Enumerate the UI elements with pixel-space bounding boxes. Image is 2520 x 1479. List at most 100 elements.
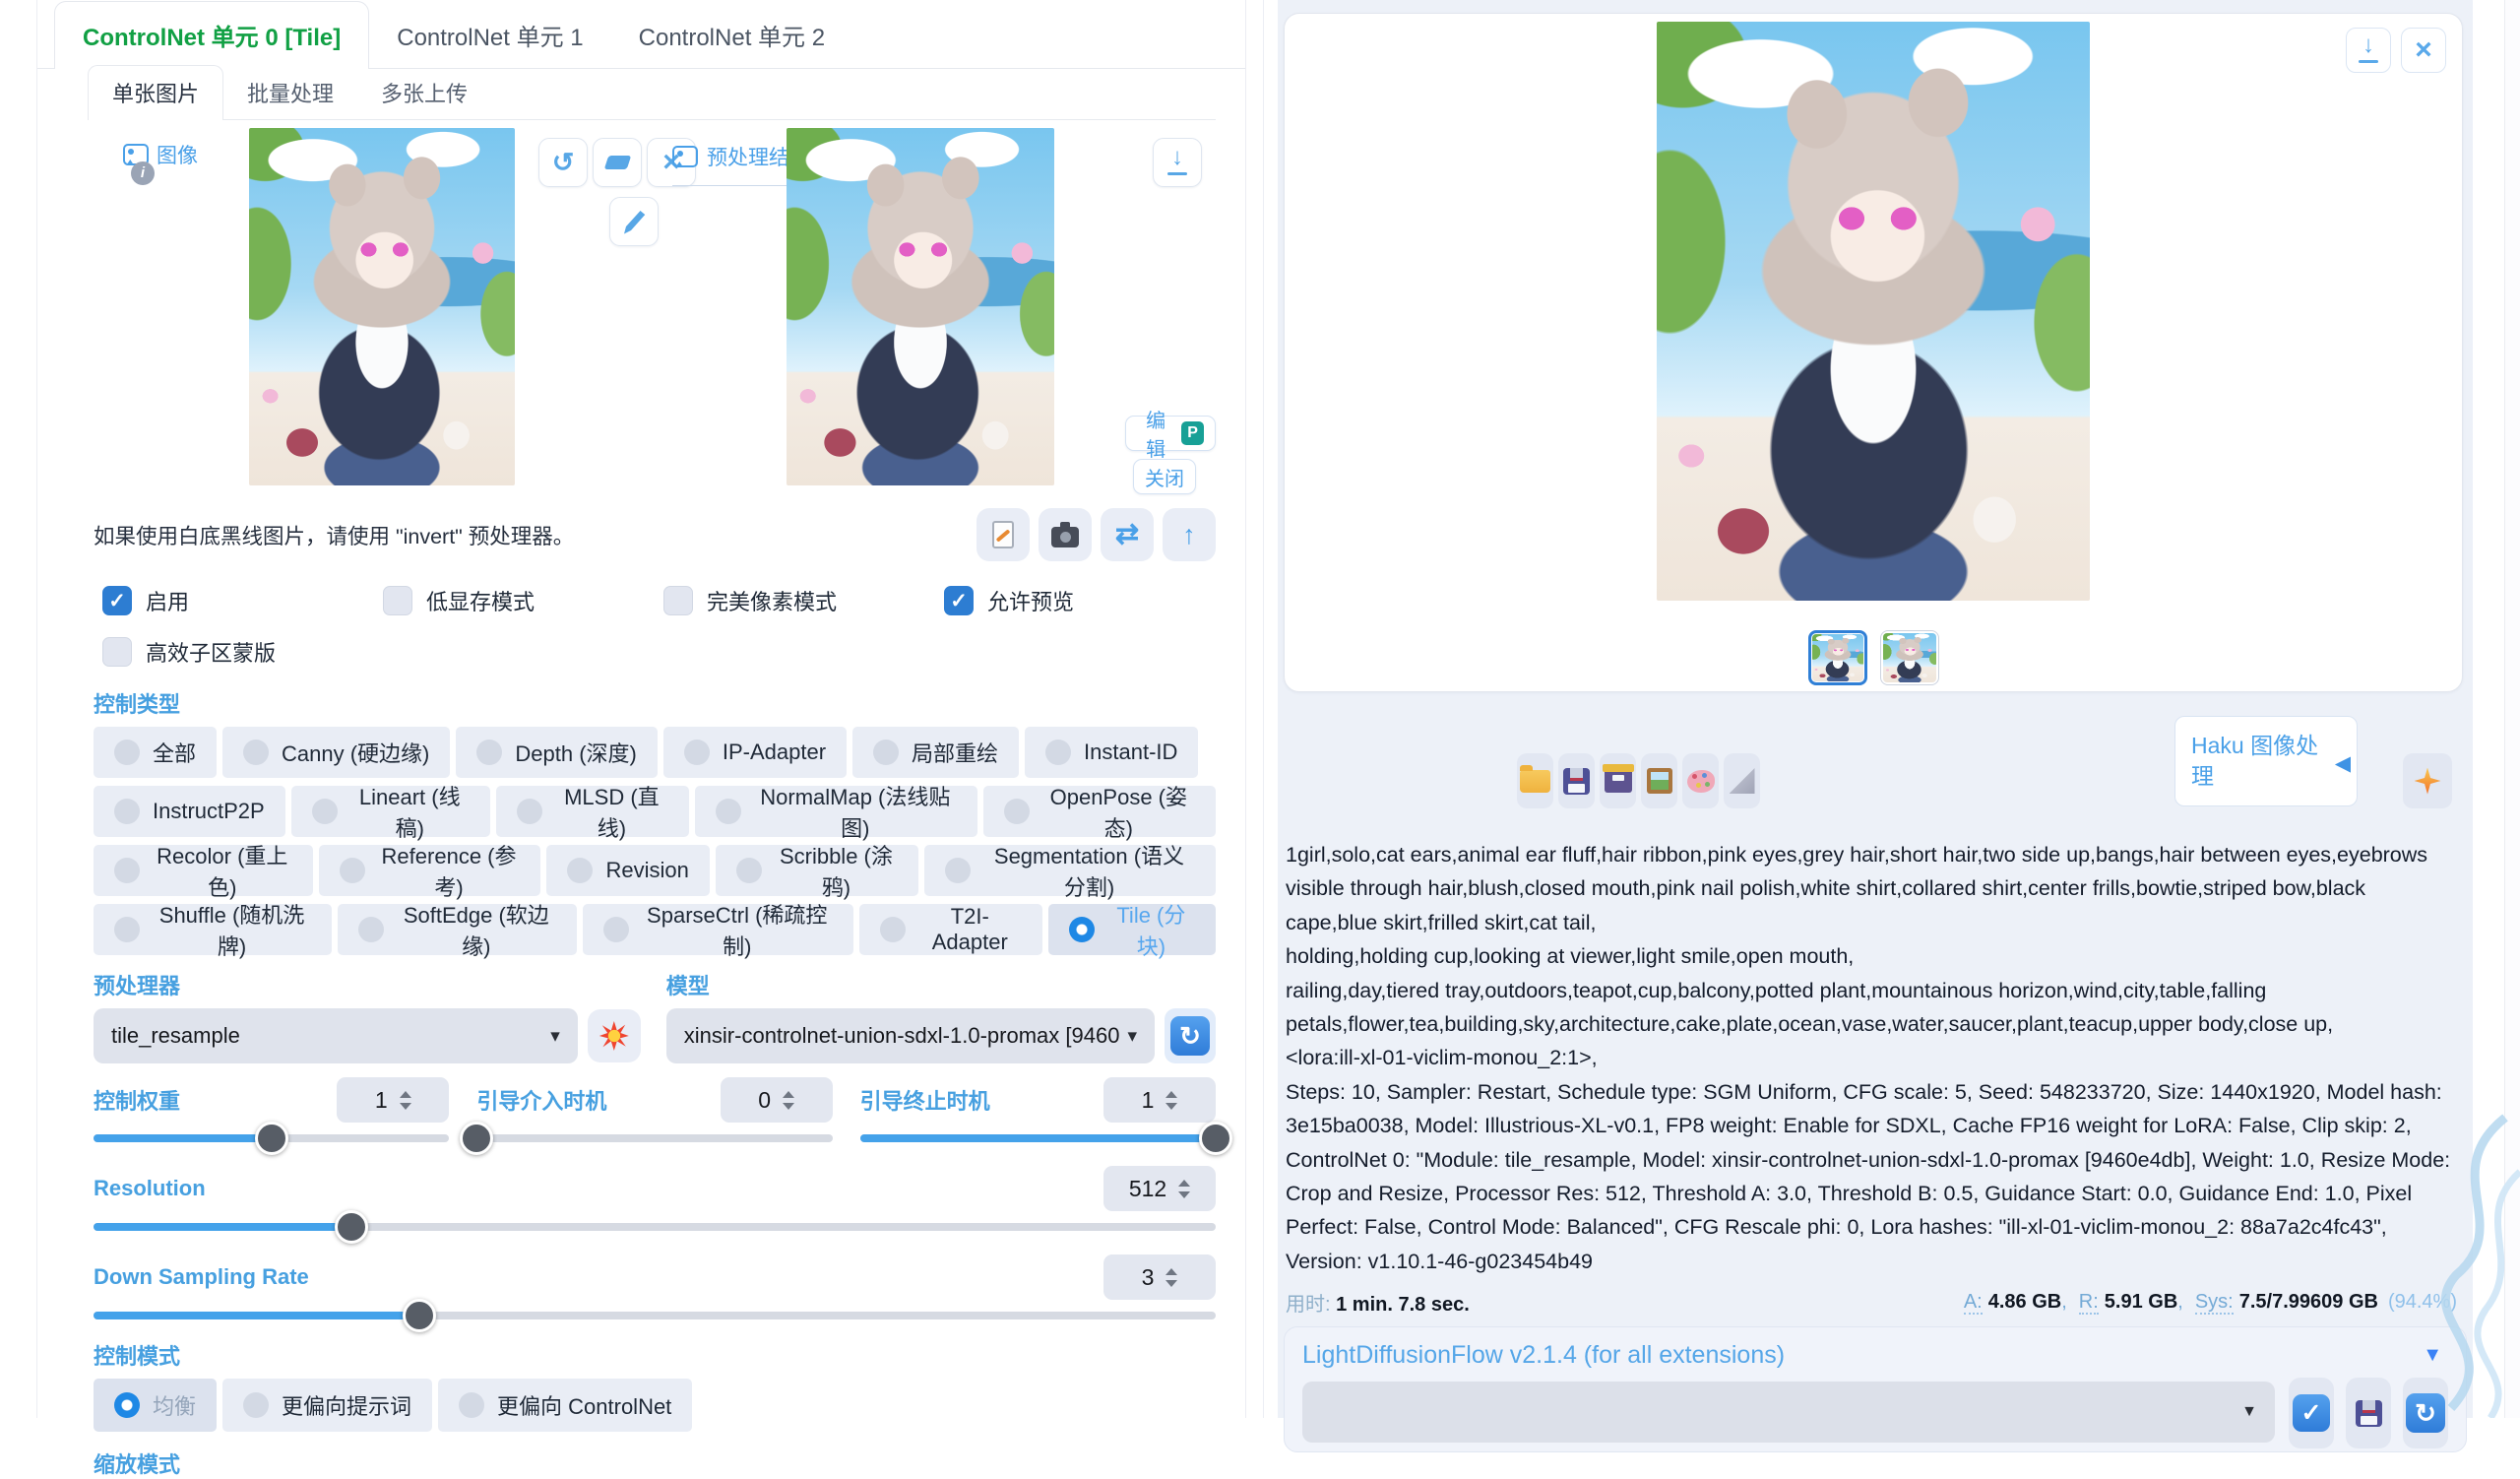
checkbox-box[interactable]	[663, 586, 693, 615]
control-type-option[interactable]: NormalMap (法线贴图)	[695, 786, 977, 837]
gallery-action-button[interactable]	[1641, 753, 1677, 808]
number-input[interactable]: 3	[1103, 1254, 1216, 1300]
slider-handle[interactable]	[460, 1122, 493, 1155]
number-input[interactable]: 1	[337, 1077, 449, 1123]
checkbox[interactable]: 启用	[94, 585, 374, 616]
control-mode-option[interactable]: 更偏向 ControlNet	[438, 1379, 692, 1432]
canvas-tool-button[interactable]	[538, 138, 588, 187]
checkbox[interactable]: 高效子区蒙版	[94, 636, 377, 668]
slider-handle[interactable]	[335, 1210, 368, 1244]
checkbox[interactable]: 完美像素模式	[655, 585, 935, 616]
controlnet-unit-tab[interactable]: ControlNet 单元 1	[369, 2, 610, 68]
thumbnail-image[interactable]	[1812, 634, 1863, 681]
gallery-action-button[interactable]	[1558, 753, 1595, 808]
refresh-models-button[interactable]	[1165, 1008, 1216, 1063]
slider-track[interactable]	[94, 1312, 1216, 1319]
checkbox-box[interactable]	[102, 586, 132, 615]
checkbox[interactable]: 允许预览	[935, 585, 1216, 616]
control-type-option[interactable]: SparseCtrl (稀疏控制)	[583, 904, 853, 955]
slider-handle[interactable]	[255, 1122, 288, 1155]
gallery-thumbnail[interactable]	[1880, 630, 1939, 685]
stepper[interactable]	[1178, 1180, 1190, 1198]
slider-track[interactable]	[94, 1223, 1216, 1231]
slider-track[interactable]	[476, 1134, 832, 1142]
checkbox-box[interactable]	[383, 586, 412, 615]
control-type-option[interactable]: Depth (深度)	[456, 727, 657, 778]
tool-button[interactable]	[1039, 508, 1092, 561]
close-button[interactable]: 关闭	[1133, 459, 1196, 494]
controlnet-unit-tab[interactable]: ControlNet 单元 0 [Tile]	[54, 1, 369, 69]
gallery-action-button[interactable]	[1682, 753, 1719, 808]
checkbox-label: 高效子区蒙版	[146, 636, 276, 668]
control-type-option[interactable]: Scribble (涂鸦)	[716, 845, 918, 896]
number-input[interactable]: 512	[1103, 1166, 1216, 1211]
control-type-option[interactable]: Lineart (线稿)	[291, 786, 490, 837]
control-type-option[interactable]: Instant-ID	[1025, 727, 1198, 778]
input-mode-tab[interactable]: 多张上传	[357, 66, 491, 119]
control-type-option[interactable]: Revision	[546, 845, 709, 896]
generated-image[interactable]	[1657, 22, 2090, 601]
brush-button[interactable]	[609, 197, 659, 246]
gallery-action-button[interactable]	[1724, 753, 1760, 808]
controlnet-unit-tab[interactable]: ControlNet 单元 2	[611, 2, 852, 68]
canvas-tool-button[interactable]	[593, 138, 642, 187]
control-type-option[interactable]: Tile (分块)	[1048, 904, 1216, 955]
stepper[interactable]	[400, 1091, 411, 1110]
control-type-option[interactable]: Shuffle (随机洗牌)	[94, 904, 332, 955]
model-dropdown[interactable]: xinsir-controlnet-union-sdxl-1.0-promax …	[666, 1008, 1155, 1063]
preview-image[interactable]	[787, 128, 1054, 485]
checkbox-box[interactable]	[944, 586, 974, 615]
ldf-dropdown[interactable]	[1302, 1382, 2275, 1443]
control-mode-option[interactable]: 更偏向提示词	[222, 1379, 432, 1432]
number-input[interactable]: 1	[1103, 1077, 1216, 1123]
control-type-option[interactable]: T2I-Adapter	[859, 904, 1042, 955]
input-mode-tab[interactable]: 单张图片	[88, 65, 223, 120]
haku-image-process-button[interactable]: Haku 图像处理	[2174, 716, 2358, 806]
gallery-action-button[interactable]	[1517, 753, 1553, 808]
radio-icon	[716, 799, 741, 824]
stepper[interactable]	[1166, 1268, 1177, 1287]
ldf-button[interactable]	[2346, 1378, 2391, 1448]
control-type-option[interactable]: 局部重绘	[852, 727, 1019, 778]
stepper[interactable]	[1166, 1091, 1177, 1110]
control-type-option[interactable]: IP-Adapter	[663, 727, 847, 778]
control-type-option[interactable]: OpenPose (姿态)	[983, 786, 1216, 837]
control-type-option[interactable]: SoftEdge (软边缘)	[338, 904, 576, 955]
ldf-button[interactable]	[2289, 1378, 2334, 1448]
checkbox-box[interactable]	[102, 637, 132, 667]
tool-button[interactable]	[976, 508, 1030, 561]
gallery-thumbnail[interactable]	[1808, 630, 1867, 685]
slider-track[interactable]	[94, 1134, 449, 1142]
accordion-header[interactable]: LightDiffusionFlow v2.1.4 (for all exten…	[1302, 1341, 2448, 1370]
control-mode-option[interactable]: 均衡	[94, 1379, 217, 1432]
tool-button[interactable]	[1101, 508, 1154, 561]
number-input[interactable]: 0	[721, 1077, 833, 1123]
preprocessor-dropdown[interactable]: tile_resample	[94, 1008, 578, 1063]
control-type-option[interactable]: MLSD (直线)	[496, 786, 689, 837]
viewer-tool-button[interactable]	[2401, 28, 2446, 73]
edit-button[interactable]: 编辑	[1125, 416, 1216, 451]
ldf-button[interactable]	[2403, 1378, 2448, 1448]
thumbnail-image[interactable]	[1883, 633, 1936, 682]
control-type-option[interactable]: InstructP2P	[94, 786, 285, 837]
gallery-action-button[interactable]	[1600, 753, 1636, 808]
slider-handle[interactable]	[1199, 1122, 1232, 1155]
slider-track[interactable]	[860, 1134, 1216, 1142]
viewer-tool-button[interactable]	[2346, 28, 2391, 73]
control-type-option[interactable]: Reference (参考)	[319, 845, 541, 896]
download-preview-button[interactable]	[1153, 138, 1202, 187]
control-type-option[interactable]: 全部	[94, 727, 217, 778]
slider-handle[interactable]	[403, 1299, 436, 1332]
checkbox[interactable]: 低显存模式	[374, 585, 655, 616]
scrollbar-gutter[interactable]	[2504, 0, 2520, 1418]
control-type-option[interactable]: Canny (硬边缘)	[222, 727, 450, 778]
generation-info[interactable]: 1girl,solo,cat ears,animal ear fluff,hai…	[1284, 838, 2467, 1278]
input-image[interactable]	[249, 128, 515, 485]
control-type-option[interactable]: Recolor (重上色)	[94, 845, 313, 896]
input-mode-tab[interactable]: 批量处理	[223, 66, 357, 119]
run-preprocessor-button[interactable]	[588, 1009, 641, 1062]
sparkles-button[interactable]	[2403, 753, 2452, 808]
control-type-option[interactable]: Segmentation (语义分割)	[924, 845, 1216, 896]
tool-button[interactable]	[1163, 508, 1216, 561]
stepper[interactable]	[783, 1091, 794, 1110]
